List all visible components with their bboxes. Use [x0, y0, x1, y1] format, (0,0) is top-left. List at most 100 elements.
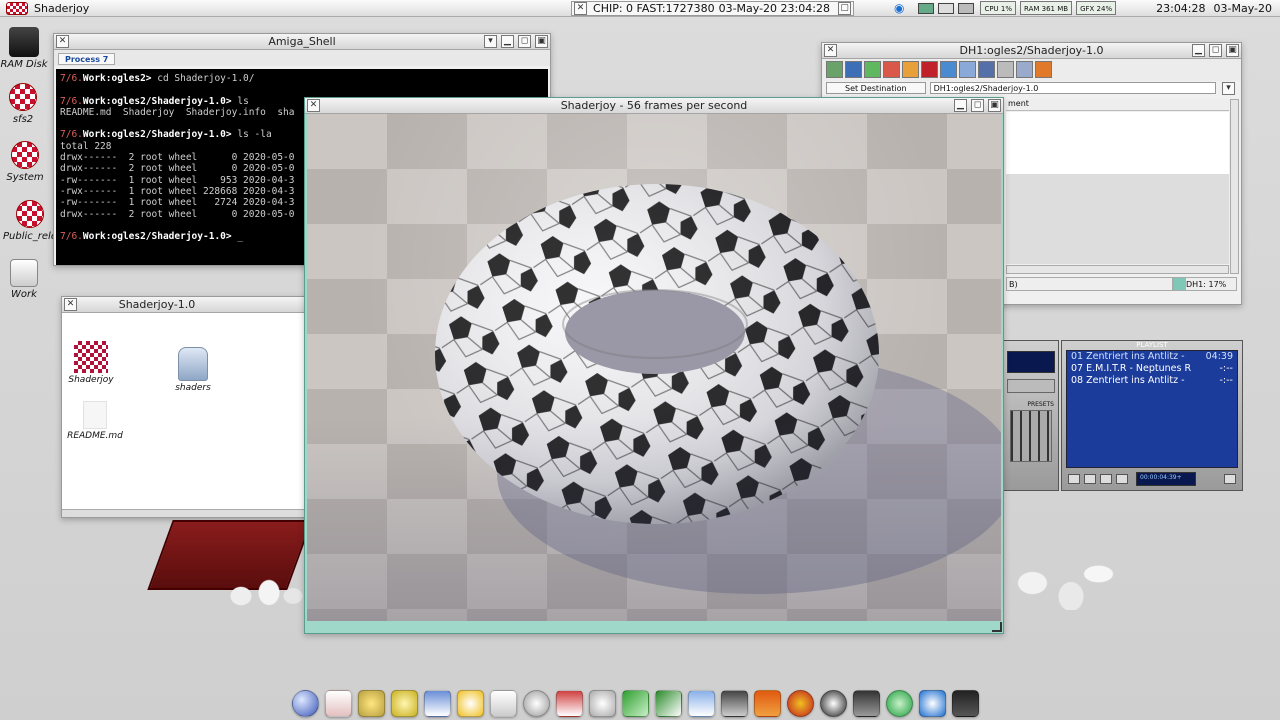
iconify-icon[interactable]: ▁	[954, 99, 967, 112]
toolbar-icon-7[interactable]	[940, 61, 957, 78]
dock-monitor-icon[interactable]	[556, 689, 583, 717]
shader-render-view[interactable]	[307, 114, 1001, 621]
desktop-icon-sfs2[interactable]: sfs2	[0, 83, 53, 125]
depth-icon[interactable]: ▣	[535, 35, 548, 48]
close-icon[interactable]: ✕	[307, 99, 320, 112]
status-bar: B) DH1: 17%	[1006, 277, 1237, 291]
screen-icon[interactable]	[958, 2, 975, 14]
equalizer-presets-label[interactable]: PRESETS	[1004, 401, 1058, 408]
drawer-item-readme[interactable]: README.md	[64, 401, 126, 441]
zoom-icon[interactable]: ◻	[518, 35, 531, 48]
toolbar-icon-4[interactable]	[883, 61, 900, 78]
screen-title-bar: Shaderjoy ✕ CHIP: 0 FAST:1727380 03-May-…	[0, 0, 1280, 17]
window-title-bar[interactable]: ✕ Shaderjoy - 56 frames per second ▁ ◻ ▣	[305, 98, 1003, 114]
dock-game-icon[interactable]	[787, 689, 814, 717]
dock-download-icon[interactable]	[886, 689, 913, 717]
iconify-icon[interactable]: ▁	[1192, 44, 1205, 57]
tab-process[interactable]: Process 7	[58, 53, 116, 65]
playlist-item[interactable]: 07 E.M.I.T.R - Neptunes R -:--	[1067, 363, 1237, 375]
terminal-line: 7/6.Work:ogles2> cd Shaderjoy-1.0/	[60, 73, 544, 84]
depth-icon[interactable]: ▣	[1226, 44, 1239, 57]
select-button[interactable]	[1100, 474, 1112, 484]
status-right: DH1: 17%	[1173, 277, 1237, 291]
desktop-icon-public[interactable]: Public_rele	[0, 200, 60, 242]
dock-notes-icon[interactable]	[490, 689, 517, 717]
playlist-list[interactable]: 01 Zentriert ins Antlitz - 04:39 07 E.M.I…	[1066, 350, 1238, 468]
dock-calendar-icon[interactable]	[424, 689, 451, 717]
menu-icon[interactable]: ▾	[484, 35, 497, 48]
dock-tools-icon[interactable]	[655, 689, 682, 717]
dock-clock-icon[interactable]	[391, 689, 418, 717]
resize-handle[interactable]	[992, 622, 1002, 632]
dock-sphere-icon[interactable]	[292, 689, 319, 717]
path-field[interactable]: DH1:ogles2/Shaderjoy-1.0	[929, 82, 1216, 94]
zoom-icon[interactable]: ◻	[1209, 44, 1222, 57]
monitor-icon[interactable]	[918, 2, 935, 14]
dock-settings-icon[interactable]	[358, 689, 385, 717]
toolbar-icon-1[interactable]	[826, 61, 843, 78]
window-icon[interactable]	[938, 2, 955, 14]
list-button[interactable]	[1224, 474, 1236, 484]
terminal-prompt-path: Work:ogles2>	[82, 73, 152, 84]
toolbar-icon-10[interactable]	[997, 61, 1014, 78]
dock-edit-icon[interactable]	[622, 689, 649, 717]
drawer-item-shaderjoy[interactable]: Shaderjoy	[66, 341, 116, 385]
close-icon[interactable]: ✕	[64, 298, 77, 311]
set-destination-button[interactable]: Set Destination	[826, 82, 926, 94]
remove-button[interactable]	[1084, 474, 1096, 484]
add-button[interactable]	[1068, 474, 1080, 484]
drawer-item-shaders[interactable]: shaders	[168, 347, 218, 393]
player-controls[interactable]	[1007, 379, 1055, 393]
desktop-icon-ram-disk[interactable]: RAM Disk	[0, 27, 54, 70]
misc-button[interactable]	[1116, 474, 1128, 484]
amiga-logo-icon[interactable]	[6, 1, 28, 15]
dock-wireless-icon[interactable]	[919, 689, 946, 717]
clock: 23:04:28	[1156, 1, 1206, 15]
toolbar-icon-6[interactable]	[921, 61, 938, 78]
toolbar-icon-11[interactable]	[1016, 61, 1033, 78]
close-icon[interactable]: ✕	[574, 1, 588, 15]
dock-window-icon[interactable]	[688, 689, 715, 717]
window-title-bar[interactable]: ✕ Amiga_Shell ▾ ▁ ◻ ▣	[54, 34, 550, 50]
toolbar-icon-9[interactable]	[978, 61, 995, 78]
toolbar-icon-5[interactable]	[902, 61, 919, 78]
dropdown-chevron-icon[interactable]: ▾	[1222, 81, 1235, 95]
dock-browser-icon[interactable]	[325, 689, 352, 717]
dock-magnifier-icon[interactable]	[589, 689, 616, 717]
close-icon[interactable]: ✕	[824, 44, 837, 57]
toolbar-icon-2[interactable]	[845, 61, 862, 78]
horizontal-scrollbar[interactable]	[1006, 265, 1229, 274]
dock-dosbox-icon[interactable]	[952, 689, 979, 717]
file-list[interactable]	[1006, 112, 1229, 174]
file-list-header[interactable]: ment	[1006, 99, 1229, 111]
terminal-prompt-path: Work:ogles2/Shaderjoy-1.0>	[82, 95, 232, 107]
dock-computer-icon[interactable]	[853, 689, 880, 717]
dock-search-icon[interactable]	[523, 689, 550, 717]
playlist-item[interactable]: 08 Zentriert ins Antlitz - -:--	[1067, 375, 1237, 387]
dock-headphones-icon[interactable]	[820, 689, 847, 717]
iconify-icon[interactable]: ▁	[501, 35, 514, 48]
zoom-icon[interactable]: ◻	[971, 99, 984, 112]
playlist-item[interactable]: 01 Zentriert ins Antlitz - 04:39	[1067, 351, 1237, 363]
window-title-bar[interactable]: ✕ Shaderjoy-1.0	[62, 297, 312, 313]
vertical-scrollbar[interactable]	[1230, 99, 1239, 274]
dock-cursor-icon[interactable]	[721, 689, 748, 717]
dock-network-icon[interactable]	[457, 689, 484, 717]
dock-media-icon[interactable]	[754, 689, 781, 717]
depth-icon[interactable]: ▣	[988, 99, 1001, 112]
window-title-bar[interactable]: ✕ DH1:ogles2/Shaderjoy-1.0 ▁ ◻ ▣	[822, 43, 1241, 59]
desktop-icon-work[interactable]: Work	[0, 259, 54, 300]
horizontal-scrollbar[interactable]	[62, 509, 312, 517]
memory-readout: CHIP: 0 FAST:1727380	[593, 1, 715, 15]
toolbar-icon-8[interactable]	[959, 61, 976, 78]
terminal-prompt-number: 7/6.	[60, 73, 83, 84]
network-icon[interactable]: ◉	[894, 1, 904, 15]
playlist-header[interactable]: PLAYLIST	[1062, 341, 1242, 350]
equalizer-sliders[interactable]	[1010, 410, 1052, 462]
toolbar-icon-3[interactable]	[864, 61, 881, 78]
desktop-icon-system[interactable]: System	[0, 141, 55, 183]
depth-icon[interactable]: ▢	[837, 1, 851, 15]
close-icon[interactable]: ✕	[56, 35, 69, 48]
toolbar-icon-12[interactable]	[1035, 61, 1052, 78]
